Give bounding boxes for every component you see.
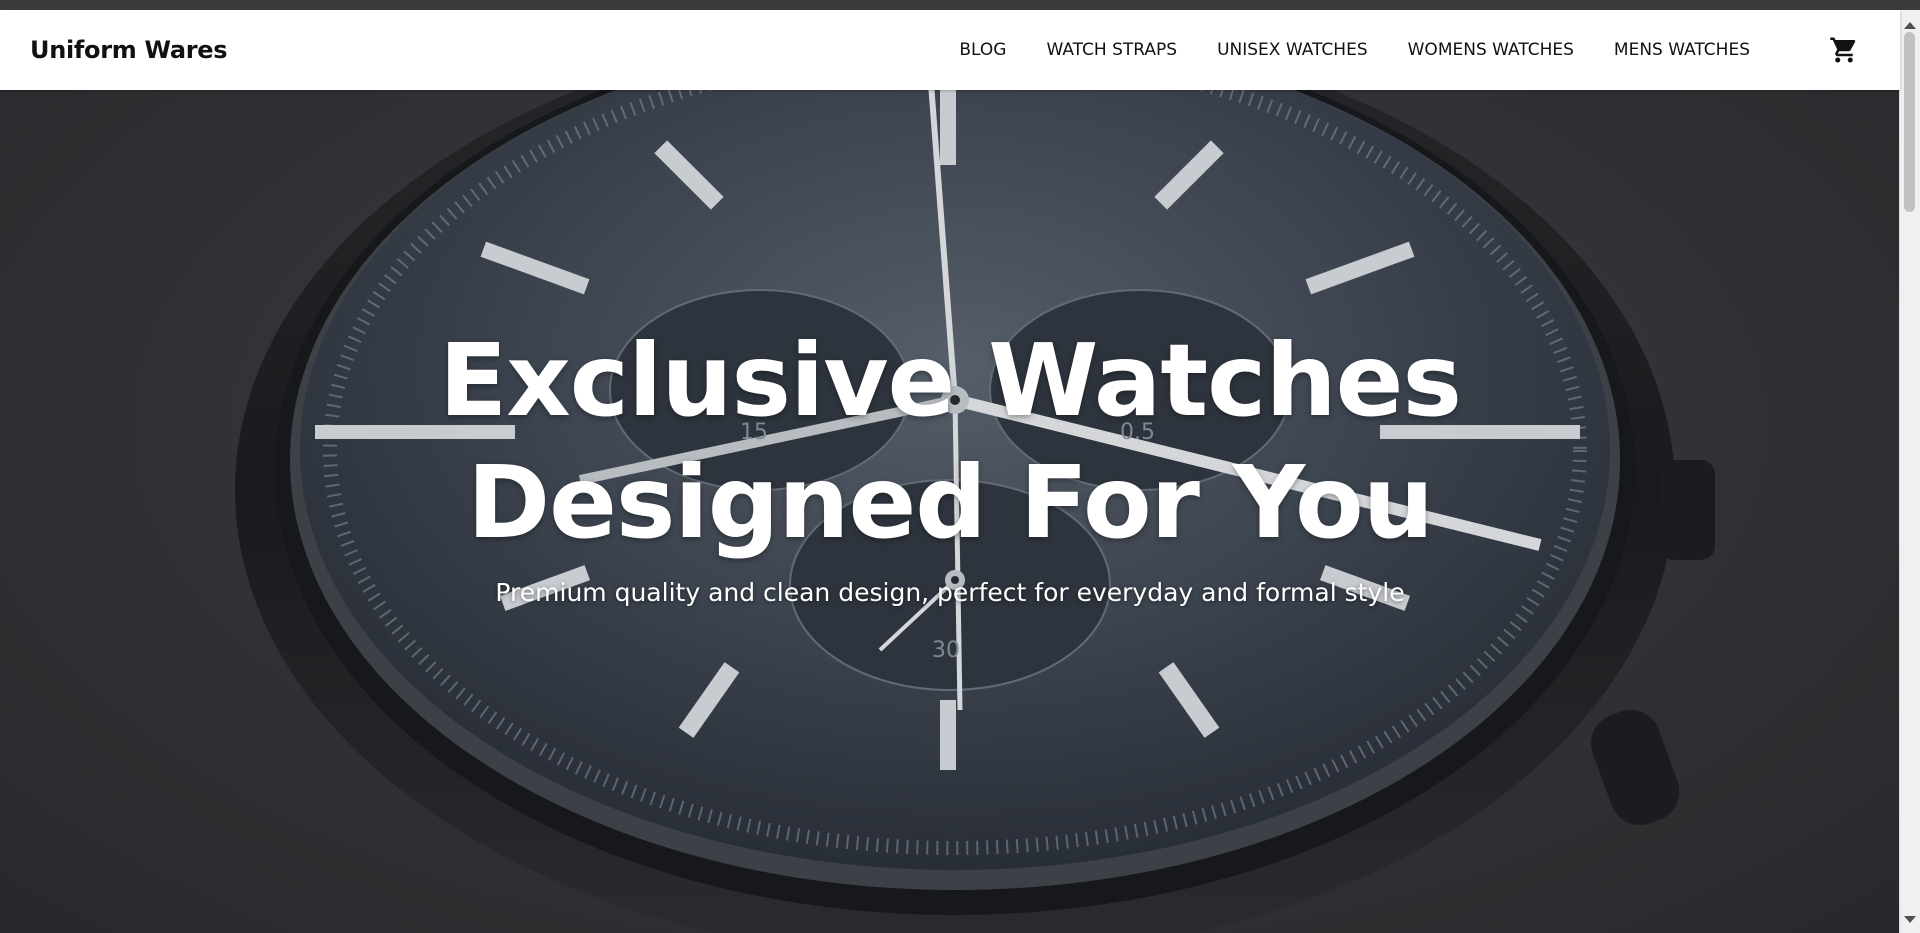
hero-title-line-1: Exclusive Watches <box>438 322 1462 439</box>
nav-mens-watches[interactable]: MENS WATCHES <box>1594 10 1770 90</box>
scroll-down-arrow-icon[interactable] <box>1904 916 1916 923</box>
browser-top-strip <box>0 0 1920 10</box>
nav-unisex-watches[interactable]: UNISEX WATCHES <box>1197 10 1388 90</box>
hero-title-line-2: Designed For You <box>467 444 1434 561</box>
site-header: Uniform Wares BLOG WATCH STRAPS UNISEX W… <box>0 10 1900 90</box>
hero-section: 15 0.5 30 Exclusive Watches Designed For… <box>0 90 1900 933</box>
hero-subtitle: Premium quality and clean design, perfec… <box>495 578 1405 607</box>
scroll-up-arrow-icon[interactable] <box>1904 22 1916 29</box>
page-scrollbar[interactable] <box>1899 10 1920 933</box>
nav-watch-straps[interactable]: WATCH STRAPS <box>1026 10 1197 90</box>
nav-womens-watches[interactable]: WOMENS WATCHES <box>1388 10 1594 90</box>
shopping-cart-icon[interactable] <box>1828 35 1860 65</box>
main-nav: BLOG WATCH STRAPS UNISEX WATCHES WOMENS … <box>939 10 1770 90</box>
hero-title: Exclusive Watches Designed For You <box>0 320 1900 564</box>
nav-blog[interactable]: BLOG <box>939 10 1026 90</box>
scroll-thumb[interactable] <box>1904 32 1915 212</box>
brand-logo[interactable]: Uniform Wares <box>30 36 228 64</box>
